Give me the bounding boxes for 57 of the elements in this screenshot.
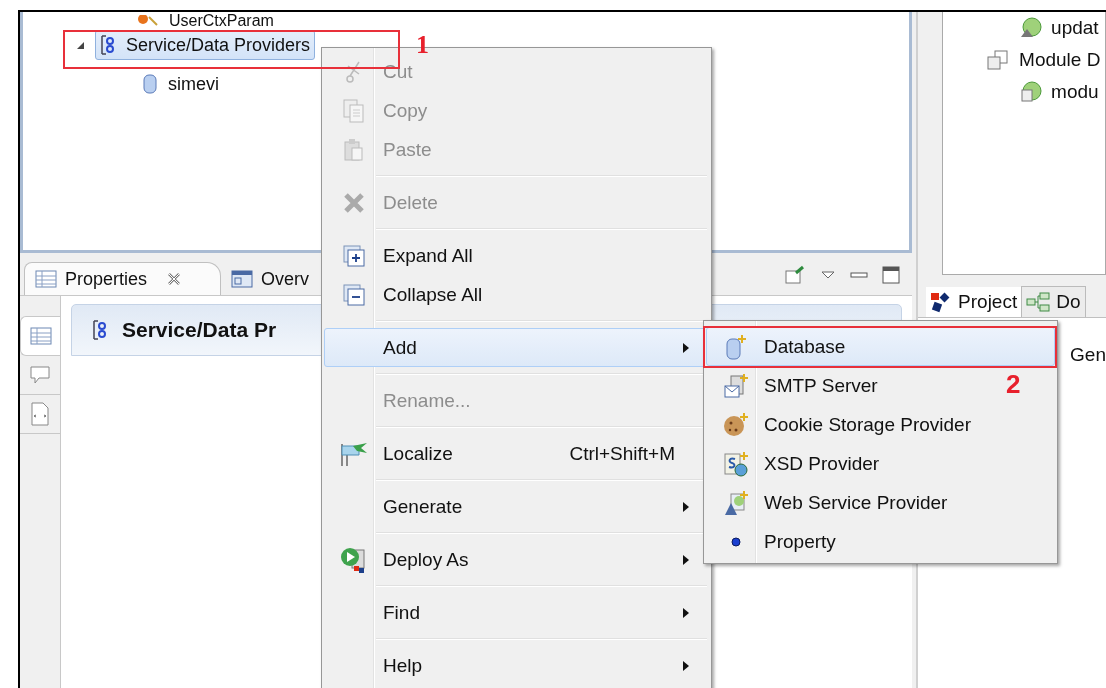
maximize-icon[interactable] bbox=[882, 266, 901, 284]
shortcut-text: Ctrl+Shift+M bbox=[569, 442, 675, 465]
menu-item[interactable]: Property bbox=[706, 522, 847, 561]
tree-item[interactable]: simevi bbox=[137, 69, 224, 99]
step-number: 2 bbox=[1006, 369, 1021, 400]
cookie-icon bbox=[722, 411, 749, 438]
section-title: Service/Data Pr bbox=[122, 318, 277, 342]
menu-item[interactable]: Collapse All bbox=[324, 275, 709, 314]
view-tab[interactable]: Properties bbox=[24, 262, 221, 295]
hierarchy-icon bbox=[92, 319, 108, 341]
collapse-icon bbox=[343, 283, 365, 306]
view-tab[interactable]: Do bbox=[1021, 286, 1086, 317]
copy-icon bbox=[343, 98, 365, 123]
key-icon bbox=[137, 15, 159, 27]
scissors-icon bbox=[345, 59, 363, 84]
mail-server-icon bbox=[722, 372, 749, 399]
tree-item[interactable]: updat bbox=[943, 12, 1105, 44]
tree-item[interactable]: modu bbox=[943, 76, 1105, 108]
view-menu-icon[interactable] bbox=[820, 270, 837, 280]
close-icon[interactable] bbox=[167, 272, 182, 286]
expand-icon bbox=[343, 244, 365, 267]
speech-bubble-icon bbox=[29, 365, 51, 385]
clipboard-icon bbox=[343, 137, 365, 162]
flag-icon bbox=[339, 440, 369, 467]
tree-item[interactable]: UserCtxParam bbox=[133, 12, 278, 30]
deploy-icon bbox=[340, 545, 368, 574]
tree-item[interactable]: Module D bbox=[943, 44, 1105, 76]
view-tab[interactable]: Overv bbox=[221, 263, 319, 295]
tree-item[interactable]: Service/Data Providers bbox=[95, 30, 316, 60]
document-icon bbox=[31, 402, 49, 426]
view-tab[interactable]: Project bbox=[926, 287, 1022, 317]
globe-icon bbox=[1019, 81, 1044, 103]
pin-icon[interactable] bbox=[784, 265, 807, 285]
schema-icon bbox=[722, 450, 749, 477]
menu-item[interactable]: SMTP Server bbox=[706, 366, 889, 405]
web-service-icon bbox=[722, 489, 749, 516]
minimize-icon[interactable] bbox=[850, 270, 869, 280]
table-icon bbox=[35, 270, 57, 288]
step-number: 1 bbox=[416, 30, 429, 60]
delete-icon bbox=[343, 191, 365, 214]
diagram-icon bbox=[1026, 292, 1051, 312]
menu-item[interactable]: Database bbox=[706, 327, 1055, 366]
menu-item[interactable]: XSD Provider bbox=[706, 444, 891, 483]
menu-item[interactable]: Help bbox=[324, 646, 709, 685]
column-header: Gen bbox=[1070, 344, 1106, 365]
database-icon bbox=[142, 73, 158, 95]
hierarchy-icon bbox=[100, 34, 116, 56]
bullet-icon bbox=[730, 536, 741, 547]
menu-item[interactable]: Find bbox=[324, 593, 709, 632]
menu-item[interactable]: Expand All bbox=[324, 236, 709, 275]
expander-icon[interactable] bbox=[75, 40, 85, 50]
menu-item[interactable]: Cookie Storage Provider bbox=[706, 405, 982, 444]
menu-item[interactable]: Web Service Provider bbox=[706, 483, 959, 522]
globe-icon bbox=[1019, 17, 1044, 39]
database-icon bbox=[723, 333, 748, 360]
table-icon bbox=[29, 327, 52, 345]
window-icon bbox=[231, 270, 253, 288]
